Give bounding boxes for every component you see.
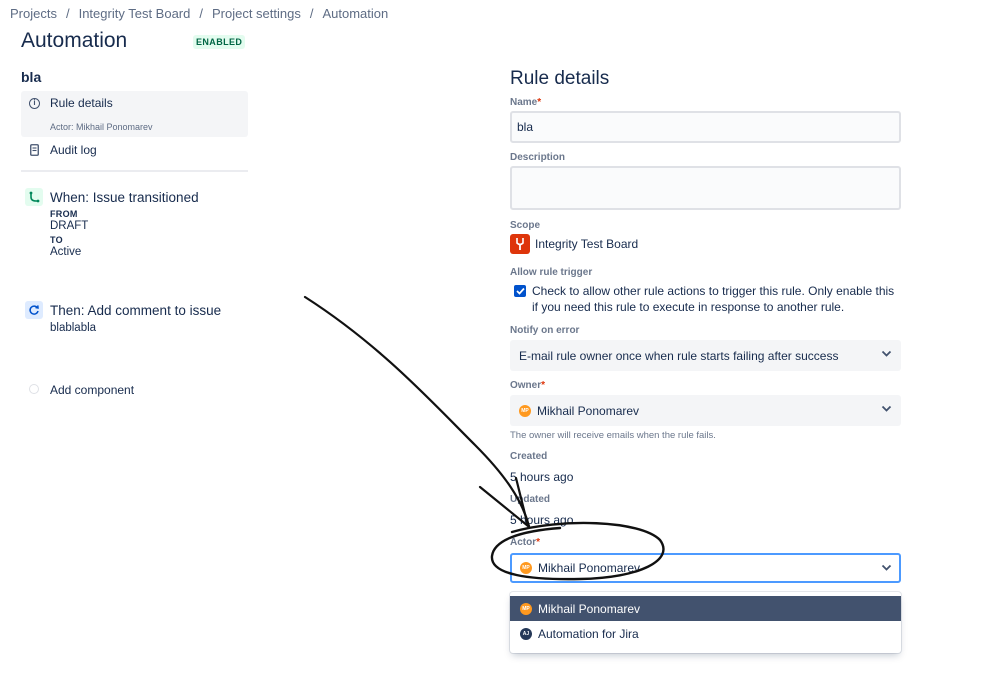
owner-label: Owner*	[510, 380, 546, 391]
owner-helper-text: The owner will receive emails when the r…	[510, 430, 716, 441]
add-component-dot	[29, 384, 39, 394]
breadcrumb-separator: /	[65, 6, 70, 21]
name-label: Name*	[510, 97, 542, 108]
chevron-down-icon	[881, 405, 892, 412]
avatar: MP	[519, 404, 531, 417]
actor-dropdown-menu: MP Mikhail Ponomarev AJ Automation for J…	[510, 592, 901, 653]
action-text: blablabla	[50, 322, 97, 334]
chevron-down-icon	[881, 564, 892, 571]
sidebar-actor-note: Actor: Mikhail Ponomarev	[50, 122, 153, 132]
avatar: MP	[520, 602, 532, 615]
rule-details-title: Rule details	[510, 68, 610, 89]
page-title: Automation	[21, 29, 128, 52]
trigger-from-label: FROM	[50, 209, 78, 219]
breadcrumb-project-settings[interactable]: Project settings	[212, 6, 301, 21]
avatar: AJ	[520, 627, 532, 640]
sidebar-item-audit-log[interactable]: Audit log	[30, 143, 97, 157]
trigger-from-value: DRAFT	[50, 220, 89, 232]
sidebar-item-label: Rule details	[50, 96, 113, 110]
scope-value: Integrity Test Board	[510, 234, 638, 254]
annotation-arrow	[303, 295, 531, 528]
document-icon	[30, 144, 39, 156]
owner-value: Mikhail Ponomarev	[537, 403, 640, 418]
project-icon	[510, 234, 530, 254]
breadcrumb-project[interactable]: Integrity Test Board	[79, 6, 191, 21]
allow-trigger-checkbox[interactable]	[514, 285, 526, 297]
actor-value: Mikhail Ponomarev	[538, 561, 641, 575]
branch-icon	[25, 188, 43, 206]
scope-label: Scope	[510, 220, 541, 231]
status-badge: ENABLED	[193, 35, 246, 49]
trigger-to-value: Active	[50, 246, 82, 258]
sidebar-row-rule-details: i Rule details	[29, 96, 113, 110]
name-field[interactable]: bla	[510, 111, 901, 143]
breadcrumb: Projects / Integrity Test Board / Projec…	[10, 6, 388, 21]
owner-select[interactable]: MP Mikhail Ponomarev	[510, 395, 901, 426]
notify-value: E-mail rule owner once when rule starts …	[519, 348, 839, 363]
option-label: Mikhail Ponomarev	[538, 601, 641, 616]
info-icon: i	[29, 97, 40, 109]
updated-value: 5 hours ago	[510, 513, 574, 527]
scope-name: Integrity Test Board	[535, 237, 639, 251]
created-value: 5 hours ago	[510, 470, 574, 484]
chevron-down-icon	[881, 350, 892, 357]
breadcrumb-separator: /	[309, 6, 314, 21]
allow-trigger-label: Allow rule trigger	[510, 267, 593, 278]
created-label: Created	[510, 451, 548, 462]
check-icon	[515, 287, 525, 295]
actor-select[interactable]: MP Mikhail Ponomarev	[510, 553, 901, 583]
trigger-to-label: TO	[50, 235, 63, 245]
notify-label: Notify on error	[510, 325, 580, 336]
option-label: Automation for Jira	[538, 626, 639, 641]
action-title[interactable]: Then: Add comment to issue	[50, 303, 221, 318]
actor-label: Actor*	[510, 537, 541, 548]
description-field[interactable]	[510, 166, 901, 210]
breadcrumb-projects[interactable]: Projects	[10, 6, 57, 21]
rule-name: bla	[21, 69, 42, 85]
breadcrumb-automation[interactable]: Automation	[322, 6, 388, 21]
breadcrumb-separator: /	[199, 6, 203, 21]
refresh-icon	[25, 301, 43, 319]
avatar: MP	[520, 562, 532, 574]
allow-trigger-text: Check to allow other rule actions to tri…	[532, 284, 895, 314]
actor-option-mikhail[interactable]: MP Mikhail Ponomarev	[510, 596, 901, 621]
description-label: Description	[510, 152, 566, 163]
trigger-title[interactable]: When: Issue transitioned	[50, 190, 199, 205]
updated-label: Updated	[510, 494, 550, 505]
sidebar-divider	[21, 170, 248, 172]
add-component-link[interactable]: Add component	[50, 383, 134, 397]
sidebar-item-label: Audit log	[50, 143, 97, 157]
notify-select[interactable]: E-mail rule owner once when rule starts …	[510, 340, 901, 371]
actor-option-automation[interactable]: AJ Automation for Jira	[510, 621, 901, 646]
